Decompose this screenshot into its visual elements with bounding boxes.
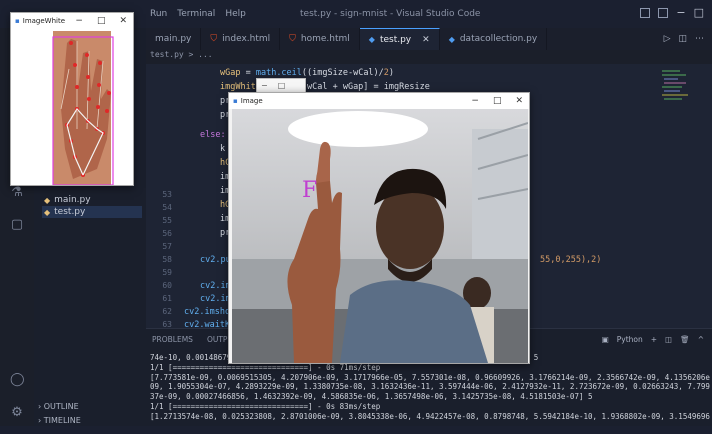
line-number: 62 xyxy=(162,307,172,316)
new-terminal-icon[interactable]: + xyxy=(651,335,657,344)
terminal-profile[interactable]: Python xyxy=(617,335,643,344)
split-editor-icon[interactable]: ◫ xyxy=(678,34,687,44)
editor-actions: ▷ ◫ ⋯ xyxy=(664,28,712,50)
imagewhite-window[interactable]: ▪ ImageWhite − □ ✕ xyxy=(10,12,134,186)
minimize-icon[interactable]: − xyxy=(261,81,268,90)
window-controls: − □ xyxy=(257,79,305,92)
line-number: 58 xyxy=(162,255,172,264)
tab-test-py[interactable]: ◆ test.py ✕ xyxy=(359,28,440,50)
window-controls: − □ ✕ xyxy=(75,16,133,26)
window-controls: − □ xyxy=(640,6,704,19)
minimize-icon[interactable]: − xyxy=(75,16,83,26)
menu-help[interactable]: Help xyxy=(225,9,246,19)
line-number: 54 xyxy=(162,203,172,212)
split-terminal-icon[interactable]: ◫ xyxy=(665,335,672,344)
tab-label: datacollection.py xyxy=(459,34,538,44)
python-file-icon: ◆ xyxy=(368,35,375,44)
line-number: 56 xyxy=(162,229,172,238)
tab-index-html[interactable]: ⛉ index.html xyxy=(201,28,281,50)
prediction-letter: F xyxy=(302,178,317,203)
file-label: test.py xyxy=(54,207,86,217)
run-icon[interactable]: ▷ xyxy=(664,34,671,44)
code-line: k xyxy=(220,144,226,154)
maximize-icon[interactable]: □ xyxy=(493,96,502,106)
layout-icon[interactable] xyxy=(640,7,651,18)
code-line: else: xyxy=(200,130,226,140)
window-title: ImageWhite xyxy=(22,17,66,25)
chevron-up-icon[interactable]: ^ xyxy=(698,335,704,344)
line-number: 57 xyxy=(162,242,172,251)
minimize-icon[interactable]: − xyxy=(676,6,685,19)
line-number: 59 xyxy=(162,268,172,277)
tab-home-html[interactable]: ⛉ home.html xyxy=(280,28,360,50)
close-icon[interactable]: ✕ xyxy=(515,96,523,106)
line-number: 61 xyxy=(162,294,172,303)
terminal-line: 1/1 [==============================] - 0… xyxy=(150,401,381,411)
editor-tabs: main.py ⛉ index.html ⛉ home.html ◆ test.py ✕… xyxy=(146,28,712,50)
python-file-icon: ◆ xyxy=(44,195,51,205)
python-file-icon: ◆ xyxy=(448,34,455,44)
code-line: wGap = math.ceil((imgSize-wCal)/2) xyxy=(220,68,395,78)
terminal-line: 1/1 [==============================] - 0… xyxy=(150,362,381,372)
close-tab-icon[interactable]: ✕ xyxy=(422,35,430,45)
panel-toggle-icon[interactable] xyxy=(658,7,669,18)
maximize-icon[interactable]: □ xyxy=(278,81,286,90)
more-actions-icon[interactable]: ⋯ xyxy=(695,34,704,44)
webcam-frame: F xyxy=(232,109,528,363)
tab-label: test.py xyxy=(379,34,412,45)
image-titlebar[interactable]: ▪ Image − □ ✕ xyxy=(229,93,529,109)
flask-icon[interactable]: ⚗ xyxy=(10,186,24,200)
tab-problems[interactable]: PROBLEMS xyxy=(152,335,193,344)
terminal-icon: ▣ xyxy=(601,334,609,344)
html-file-icon: ⛉ xyxy=(210,34,218,44)
file-main-py[interactable]: ◆ main.py xyxy=(42,194,142,206)
maximize-icon[interactable]: □ xyxy=(97,16,106,26)
menu-bar: Run Terminal Help xyxy=(150,9,246,19)
account-icon[interactable]: ◯ xyxy=(10,373,25,387)
trash-icon[interactable]: 🗑 xyxy=(680,335,690,344)
tab-main-py[interactable]: main.py xyxy=(146,28,202,50)
outline-label: OUTLINE xyxy=(43,402,79,411)
file-test-py[interactable]: ◆ test.py xyxy=(42,206,142,218)
imagewhite-titlebar[interactable]: ▪ ImageWhite − □ ✕ xyxy=(11,13,133,29)
timeline-label: TIMELINE xyxy=(43,416,81,425)
app-icon: ▪ xyxy=(233,97,238,105)
window-title: Image xyxy=(240,97,263,105)
menu-terminal[interactable]: Terminal xyxy=(177,9,215,19)
extensions-icon[interactable]: ▢ xyxy=(10,218,24,232)
tab-label: index.html xyxy=(222,34,271,44)
window-title: test.py - sign-mnist - Visual Studio Cod… xyxy=(300,9,481,19)
terminal-line: [7.773581e-09, 0.0069515305, 4.207906e-0… xyxy=(150,372,710,382)
tab-label: main.py xyxy=(155,34,192,44)
app-icon: ▪ xyxy=(15,17,20,25)
terminal-line: 09, 1.9055304e-07, 4.2893229e-09, 1.3380… xyxy=(150,382,710,392)
settings-gear-icon[interactable]: ⚙ xyxy=(10,406,24,420)
tab-datacollection-py[interactable]: ◆ datacollection.py xyxy=(440,28,548,50)
line-number: 60 xyxy=(162,281,172,290)
panel-actions: ▣ Python + ◫ 🗑 ^ xyxy=(602,335,712,344)
terminal-line: 37e-09, 0.00027466856, 1.4632392e-09, 4.… xyxy=(150,392,593,402)
image-window[interactable]: ▪ Image − □ ✕ F xyxy=(228,92,530,364)
terminal-line: [1.2713574e-08, 0.025323808, 2.8701006e-… xyxy=(150,411,710,421)
code-line-fragment: 55,0,255),2) xyxy=(540,255,602,265)
html-file-icon: ⛉ xyxy=(289,34,296,44)
code-line: imgWhite[:, wGap:wCal + wGap] = imgResiz… xyxy=(220,82,430,92)
status-bar xyxy=(0,426,712,434)
imagewhite-canvas xyxy=(11,29,133,186)
minimize-icon[interactable]: − xyxy=(471,96,479,106)
menu-run[interactable]: Run xyxy=(150,9,167,19)
breadcrumb[interactable]: test.py > ... xyxy=(146,50,712,64)
file-label: main.py xyxy=(54,195,91,205)
window-controls: − □ ✕ xyxy=(471,96,529,106)
line-number: 55 xyxy=(162,216,172,225)
outline-section[interactable]: › OUTLINE xyxy=(34,402,79,414)
python-file-icon: ◆ xyxy=(44,207,51,217)
hand-crop-image xyxy=(11,29,133,186)
tab-label: home.html xyxy=(300,34,350,44)
webcam-canvas: F xyxy=(232,109,528,363)
maximize-icon[interactable]: □ xyxy=(694,6,704,19)
close-icon[interactable]: ✕ xyxy=(119,16,127,26)
minimap[interactable] xyxy=(662,64,702,124)
line-number: 53 xyxy=(162,190,172,199)
